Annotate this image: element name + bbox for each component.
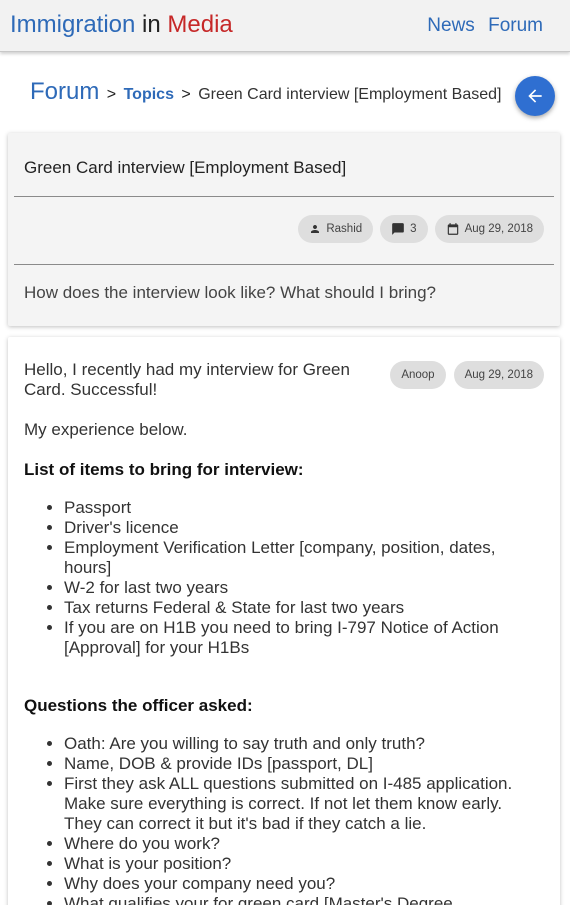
list-item: First they ask ALL questions submitted o… [64,774,544,834]
questions-list: Oath: Are you willing to say truth and o… [64,734,544,905]
brand-in: in [142,11,161,38]
questions-heading: Questions the officer asked: [24,696,253,715]
topic-meta: Rashid 3 Aug 29, 2018 [298,215,544,243]
top-app-bar: Immigration in Media News Forum [0,0,570,52]
person-icon [311,225,320,233]
list-item: Name, DOB & provide IDs [passport, DL] [64,754,544,774]
back-button[interactable] [515,76,555,116]
brand-immigration: Immigration [10,11,136,38]
list-item: Passport [64,498,544,518]
site-logo[interactable]: Immigration in Media [10,11,233,39]
list-item: What qualifies your for green card [Mast… [64,894,544,905]
topic-title: Green Card interview [Employment Based] [24,158,347,177]
list-item: Why does your company need you? [64,874,544,894]
author-chip[interactable]: Rashid [298,215,374,243]
topic-date: Aug 29, 2018 [464,223,533,235]
list-item: Employment Verification Letter [company,… [64,538,544,578]
items-list: Passport Driver's licence Employment Ver… [64,498,544,658]
breadcrumb-forum[interactable]: Forum [30,78,99,105]
divider [14,196,554,197]
list-item: If you are on H1B you need to bring I-79… [64,618,544,658]
replies-chip[interactable]: 3 [380,215,428,243]
list-item: W-2 for last two years [64,578,544,598]
items-heading: List of items to bring for interview: [24,460,304,479]
main-nav: News Forum [419,15,543,37]
arrow-left-icon [528,89,542,103]
list-item: Driver's licence [64,518,544,538]
list-item: What is your position? [64,854,544,874]
brand-media: Media [167,11,233,38]
breadcrumb: Forum > Topics > Green Card interview [E… [30,78,501,106]
list-item: Where do you work? [64,834,544,854]
comment-icon [392,223,405,235]
nav-forum[interactable]: Forum [488,15,543,36]
topic-question: How does the interview look like? What s… [24,283,436,302]
topic-card: Green Card interview [Employment Based] … [8,133,560,326]
nav-news[interactable]: News [427,15,475,36]
reply-card: Anoop Aug 29, 2018 Hello, I recently had… [8,337,560,905]
breadcrumb-separator: > [106,86,117,103]
list-item: Tax returns Federal & State for last two… [64,598,544,618]
breadcrumb-separator: > [181,86,191,103]
reply-body: Hello, I recently had my interview for G… [24,360,544,905]
reply-intro: Hello, I recently had my interview for G… [24,360,350,399]
reply-count: 3 [410,223,417,235]
reply-experience: My experience below. [24,420,188,439]
date-chip: Aug 29, 2018 [434,215,544,243]
calendar-icon [447,223,458,235]
breadcrumb-topics[interactable]: Topics [124,86,174,103]
author-name: Rashid [326,223,363,235]
list-item: Oath: Are you willing to say truth and o… [64,734,544,754]
divider [14,264,554,265]
breadcrumb-current: Green Card interview [Employment Based] [198,86,502,103]
